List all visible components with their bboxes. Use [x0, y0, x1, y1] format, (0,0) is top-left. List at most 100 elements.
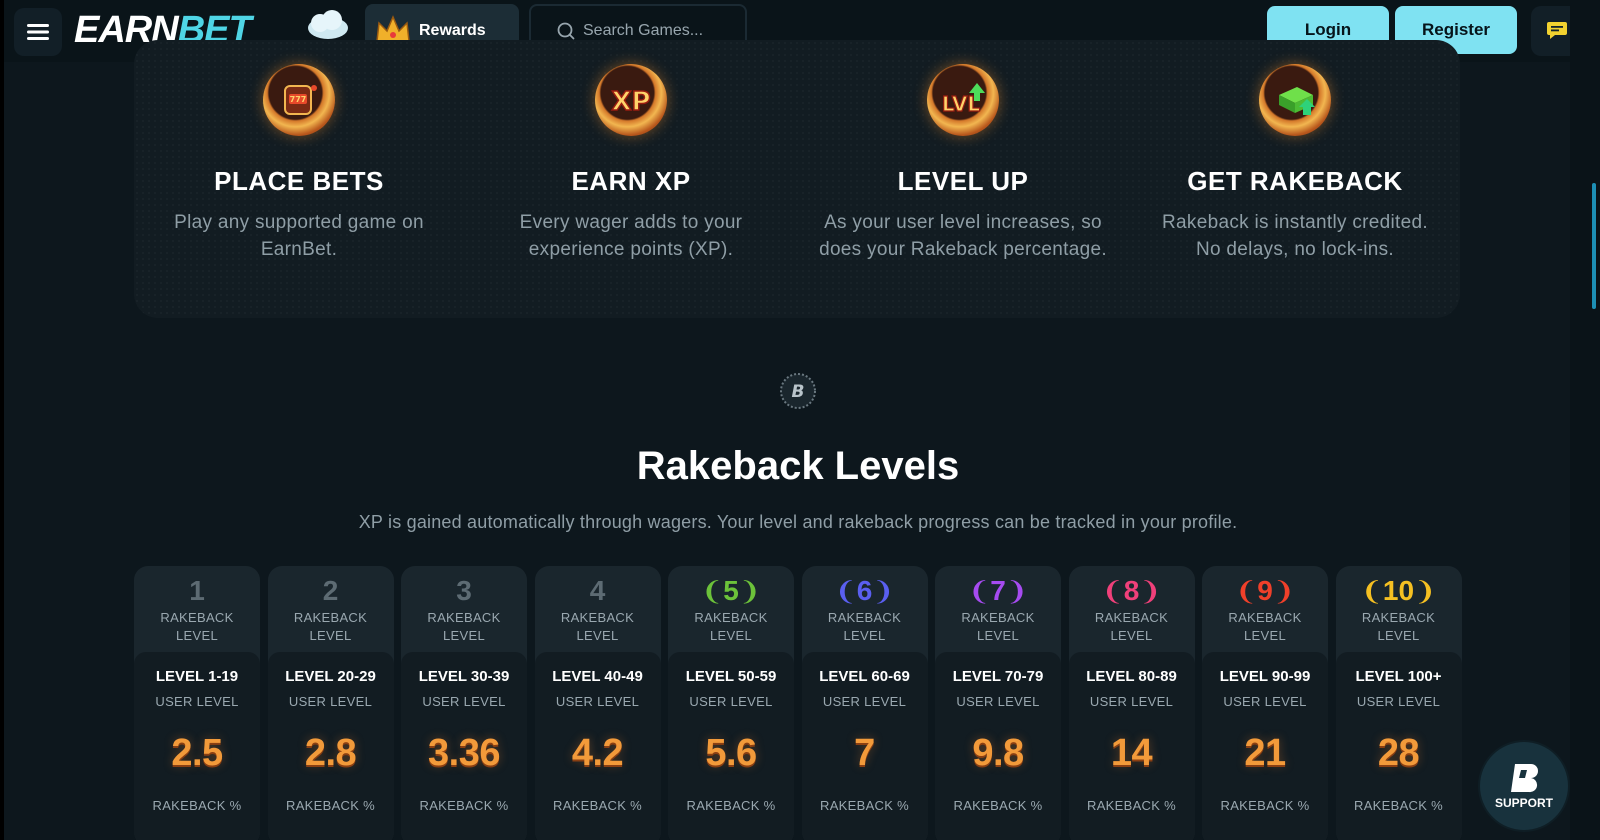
rakeback-level-card: 4 RAKEBACK LEVEL LEVEL 40-49 USER LEVEL 4.2 RA…: [534, 566, 661, 840]
step-title: LEVEL UP: [897, 166, 1029, 196]
how-it-works-panel: 777 PLACE BETS Play any supported game o…: [134, 40, 1460, 318]
laurel-left-icon: ❨: [1235, 576, 1258, 606]
rakeback-level-card: ❨10❩ RAKEBACK LEVEL LEVEL 100+ USER LEVEL 28 R…: [1335, 566, 1462, 840]
rakeback-level-number: ❨6❩: [802, 574, 928, 608]
menu-button[interactable]: [14, 8, 62, 56]
rakeback-label: RAKEBACK: [1361, 610, 1436, 625]
card-details: LEVEL 100+ USER LEVEL 28 RAKEBACK %: [1335, 652, 1462, 840]
rakeback-percentage: 2.8: [304, 732, 357, 774]
rakeback-label: RAKEBACK: [1094, 610, 1169, 625]
rank-value: 8: [1123, 575, 1140, 606]
user-level-label: USER LEVEL: [288, 694, 373, 709]
step-description: Every wager adds to your experience poin…: [519, 212, 743, 260]
rakeback-percentage: 7: [854, 732, 875, 774]
rakeback-percentage: 2.5: [171, 732, 223, 774]
card-details: LEVEL 70-79 USER LEVEL 9.8 RAKEBACK %: [935, 652, 1061, 840]
rakeback-percent-label: RAKEBACK %: [553, 798, 642, 813]
level-label: LEVEL: [576, 628, 619, 643]
rank-value: 1: [189, 575, 205, 606]
step-earn-xp: XP EARN XP Every wager adds to your expe…: [466, 64, 796, 263]
step-description: Play any supported game on EarnBet.: [174, 212, 424, 260]
earnbet-emblem-icon: B: [780, 373, 816, 409]
laurel-left-icon: ❨: [1361, 576, 1383, 606]
laurel-left-icon: ❨: [1101, 576, 1124, 606]
window-edge-left: [0, 0, 4, 840]
level-label: LEVEL: [1244, 628, 1286, 643]
chat-icon: [1547, 22, 1567, 39]
step-title: PLACE BETS: [214, 166, 384, 196]
rakeback-level-cards: 1 RAKEBACK LEVEL LEVEL 1-19 USER LEVEL 2.5 RAK…: [134, 566, 1462, 840]
user-level-range: LEVEL 20-29: [285, 668, 376, 685]
user-level-range: LEVEL 70-79: [952, 668, 1044, 685]
slot-machine-icon: 777: [263, 64, 335, 136]
laurel-left-icon: ❨: [701, 576, 724, 606]
rakeback-percentage: 28: [1377, 732, 1420, 774]
user-level-label: USER LEVEL: [822, 694, 907, 709]
rakeback-percentage: 4.2: [571, 732, 624, 774]
rakeback-level-number: 2: [268, 574, 394, 608]
rakeback-label: RAKEBACK: [961, 610, 1035, 625]
rakeback-label: RAKEBACK: [293, 610, 368, 625]
rakeback-label: RAKEBACK: [827, 610, 902, 625]
rank-value: 9: [1257, 575, 1273, 606]
rakeback-percent-label: RAKEBACK %: [152, 798, 242, 813]
xp-badge-icon: XP: [595, 64, 667, 136]
level-label: LEVEL: [1110, 628, 1153, 643]
rank-value: 10: [1382, 575, 1415, 606]
rakeback-level-card: ❨5❩ RAKEBACK LEVEL LEVEL 50-59 USER LEVEL 5.6…: [668, 566, 794, 840]
step-title: GET RAKEBACK: [1187, 166, 1403, 196]
rakeback-level-card: ❨8❩ RAKEBACK LEVEL LEVEL 80-89 USER LEVEL 14 R…: [1068, 566, 1195, 840]
laurel-right-icon: ❩: [738, 576, 761, 606]
rakeback-percentage: 5.6: [705, 732, 757, 774]
card-details: LEVEL 1-19 USER LEVEL 2.5 RAKEBACK %: [134, 652, 260, 840]
scrollbar-thumb[interactable]: [1592, 183, 1596, 309]
laurel-right-icon: ❩: [1139, 576, 1162, 606]
user-level-range: LEVEL 80-89: [1086, 668, 1177, 685]
level-label: LEVEL: [176, 628, 218, 643]
card-details: LEVEL 40-49 USER LEVEL 4.2 RAKEBACK %: [534, 652, 661, 840]
rakeback-percent-label: RAKEBACK %: [1087, 798, 1176, 813]
search-input[interactable]: [583, 21, 733, 40]
laurel-left-icon: ❨: [834, 576, 857, 606]
rakeback-label: RAKEBACK: [160, 610, 234, 625]
step-level-up: LVL LEVEL UP As your user level increase…: [798, 64, 1128, 263]
rakeback-level-number: ❨5❩: [668, 574, 794, 608]
user-level-label: USER LEVEL: [689, 694, 773, 709]
svg-text:777: 777: [290, 95, 307, 104]
user-level-range: LEVEL 90-99: [1219, 668, 1311, 685]
rakeback-level-card: 3 RAKEBACK LEVEL LEVEL 30-39 USER LEVEL 3.36 R…: [401, 566, 527, 840]
rakeback-level-card: ❨9❩ RAKEBACK LEVEL LEVEL 90-99 USER LEVEL 21 R…: [1202, 566, 1328, 840]
hamburger-icon: [27, 24, 49, 40]
user-level-label: USER LEVEL: [1356, 694, 1441, 709]
rakeback-level-number: 1: [134, 574, 260, 608]
rakeback-level-number: ❨7❩: [935, 574, 1061, 608]
step-description: Rakeback is instantly credited. No delay…: [1162, 212, 1428, 260]
rank-value: 4: [589, 575, 606, 606]
rakeback-level-number: 4: [535, 574, 661, 608]
user-level-label: USER LEVEL: [155, 694, 239, 709]
rank-value: 5: [723, 575, 739, 606]
level-label: LEVEL: [977, 628, 1019, 643]
rewards-label: Rewards: [419, 21, 486, 39]
svg-text:B: B: [792, 382, 805, 402]
rakeback-percent-label: RAKEBACK %: [953, 798, 1043, 813]
user-level-range: LEVEL 40-49: [552, 668, 643, 685]
scrollbar-track[interactable]: [1570, 0, 1600, 840]
rakeback-percent-label: RAKEBACK %: [286, 798, 375, 813]
rakeback-percentage: 21: [1244, 732, 1286, 774]
card-details: LEVEL 60-69 USER LEVEL 7 RAKEBACK %: [801, 652, 928, 840]
svg-text:XP: XP: [611, 87, 650, 116]
level-label: LEVEL: [1377, 628, 1420, 643]
laurel-right-icon: ❩: [1005, 576, 1028, 606]
level-label: LEVEL: [710, 628, 752, 643]
step-get-rakeback: GET RAKEBACK Rakeback is instantly credi…: [1130, 64, 1460, 263]
rakeback-percent-label: RAKEBACK %: [820, 798, 909, 813]
support-button[interactable]: SUPPORT: [1480, 742, 1568, 830]
rakeback-label: RAKEBACK: [427, 610, 501, 625]
step-description: As your user level increases, so does yo…: [819, 212, 1107, 260]
rakeback-levels-subtitle: XP is gained automatically through wager…: [358, 512, 1238, 532]
rakeback-level-card: ❨6❩ RAKEBACK LEVEL LEVEL 60-69 USER LEVEL 7 RA…: [801, 566, 928, 840]
rank-value: 2: [322, 575, 339, 606]
level-label: LEVEL: [309, 628, 352, 643]
laurel-right-icon: ❩: [1414, 576, 1436, 606]
